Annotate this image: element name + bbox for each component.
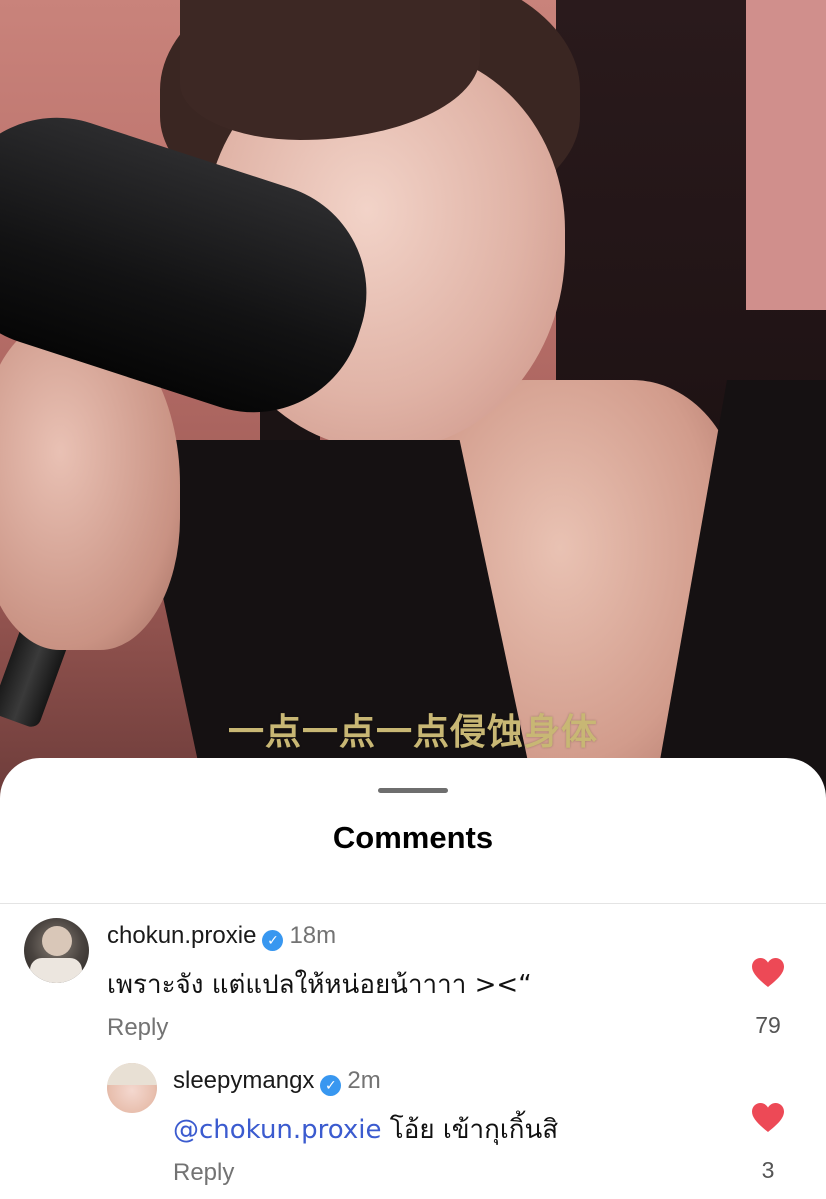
comment-username[interactable]: chokun.proxie <box>107 922 256 949</box>
check-badge-icon: ✓ <box>262 930 284 951</box>
sheet-title: Comments <box>332 820 494 855</box>
check-badge-icon: ✓ <box>320 1075 342 1096</box>
reply-button[interactable]: Reply <box>173 1159 234 1187</box>
comment-body: โอ้ย เข้ากุเกิ้นสิ <box>389 1115 559 1145</box>
comment-text: เพราะจัง แต่แปลให้หน่อยน้าาาา ><“ <box>107 970 532 1000</box>
comment-header: sleepymangx ✓ 2m <box>173 1067 381 1096</box>
video-player[interactable]: 一点一点一点侵蚀身体 <box>0 0 826 800</box>
comments-sheet: Comments chokun.proxie ✓ 18m เพราะจัง แต่แ… <box>0 758 826 1199</box>
like-count: 79 <box>755 1012 781 1038</box>
comment-text: @chokun.proxie โอ้ย เข้ากุเกิ้นสิ <box>173 1109 558 1150</box>
heart-icon[interactable] <box>752 958 784 988</box>
comment-username[interactable]: sleepymangx <box>173 1067 314 1094</box>
video-background-panel <box>746 0 826 310</box>
reply-button[interactable]: Reply <box>107 1014 168 1042</box>
video-caption: 一点一点一点侵蚀身体 <box>227 712 598 753</box>
avatar[interactable] <box>107 1063 157 1113</box>
sheet-grabber-handle[interactable] <box>378 788 448 793</box>
like-count: 3 <box>761 1157 775 1183</box>
comment-timestamp: 2m <box>347 1067 381 1094</box>
comment-timestamp: 18m <box>289 922 337 949</box>
avatar[interactable] <box>24 918 89 983</box>
heart-icon[interactable] <box>752 1103 784 1133</box>
mention-link[interactable]: @chokun.proxie <box>173 1115 382 1145</box>
comment-header: chokun.proxie ✓ 18m <box>107 922 336 951</box>
sheet-divider <box>0 903 826 904</box>
